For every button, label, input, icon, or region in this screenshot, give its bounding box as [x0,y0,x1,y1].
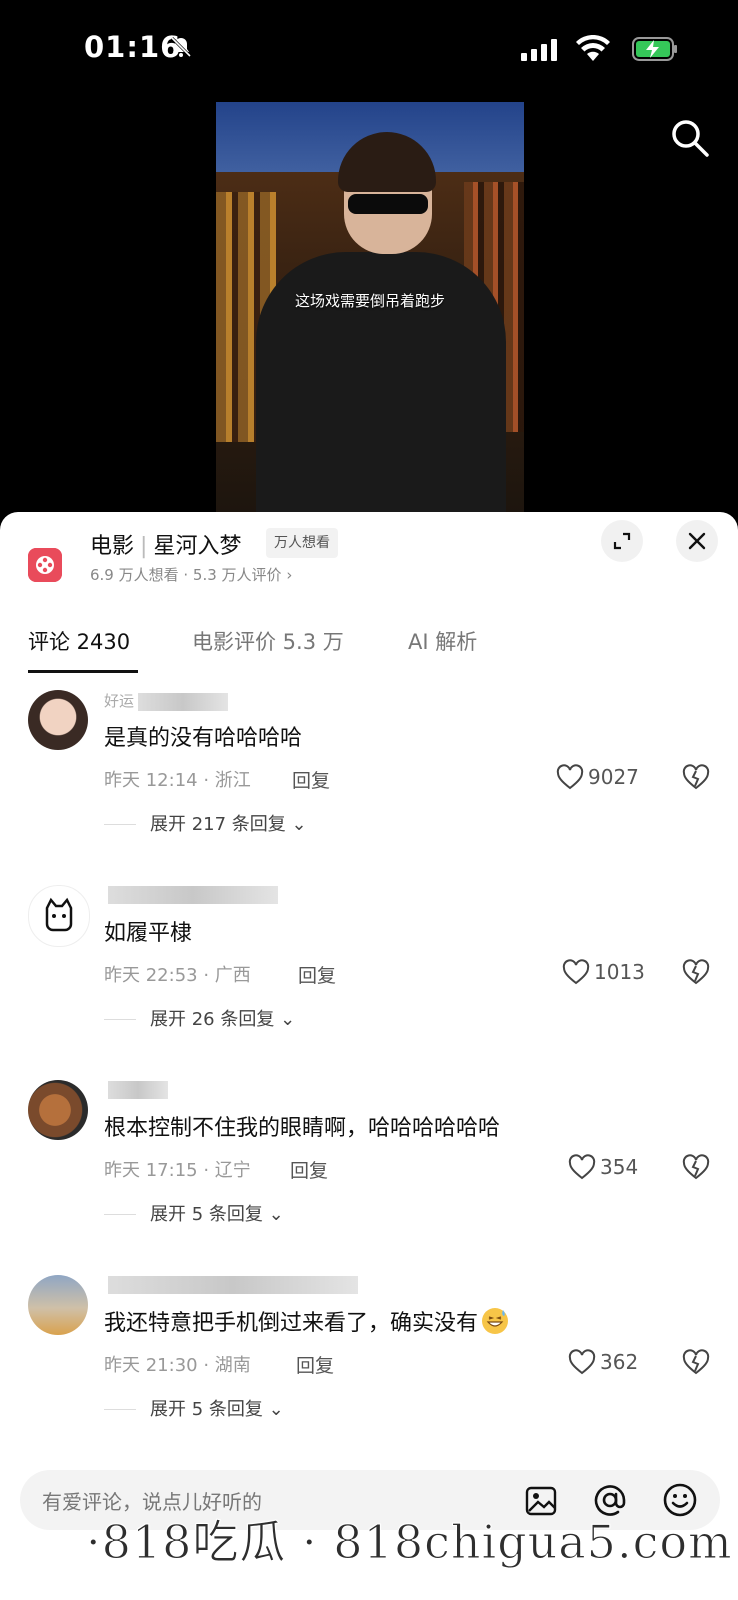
video-player[interactable]: 这场戏需要倒吊着跑步 [216,102,524,512]
expand-line [104,1214,136,1215]
comment-text: 如履平棣 [104,921,193,946]
tab-comments[interactable]: 评论 2430 [28,626,130,656]
wifi-icon [576,35,610,61]
movie-title: 星河入梦 [153,534,242,559]
close-button[interactable] [676,520,718,562]
video-person-sunglasses [348,194,428,214]
like-count: 354 [600,1155,639,1179]
close-icon [688,532,706,550]
username-blur [138,692,229,711]
heart-icon [568,1349,596,1375]
comment-meta: 昨天 22:53 · 广西 [104,965,251,986]
cat-avatar-icon [45,897,73,932]
comments-sheet: 电影 | 星河入梦 万人想看 6.9 万人想看 · 5.3 万人评价 › 评论 24… [0,512,738,1600]
comment-username[interactable]: 好运 [104,690,229,711]
expand-replies-button[interactable]: 展开 217 条回复 ⌄ [150,810,307,836]
comment-username[interactable] [104,1080,168,1099]
tab-movie-reviews[interactable]: 电影评价 5.3 万 [192,626,344,656]
watermark: ·818吃瓜 · 818chigua5.com [86,1515,733,1570]
heart-icon [568,1154,596,1180]
expand-icon [613,532,631,550]
expand-replies-button[interactable]: 展开 26 条回复 ⌄ [150,1005,295,1031]
avatar[interactable] [28,1080,88,1140]
status-time: 01:16 [84,30,182,64]
reply-button[interactable]: 回复 [290,1156,328,1183]
comment-tabs: 评论 2430 电影评价 5.3 万 AI 解析 [0,616,738,676]
avatar[interactable] [28,1275,88,1335]
signal-icon [521,39,557,61]
broken-heart-icon[interactable] [682,959,710,987]
expand-button[interactable] [601,520,643,562]
search-icon[interactable] [670,118,710,158]
expand-replies-button[interactable]: 展开 5 条回复 ⌄ [150,1395,284,1421]
username-blur [108,1275,358,1294]
status-bar: 01:16 [0,0,738,96]
expand-line [104,824,136,825]
comment-username[interactable] [104,885,278,904]
comment-item: 如履平棣 昨天 22:53 · 广西 回复 1013 展开 26 条回复 ⌄ [0,885,738,1075]
battery-charging-icon [632,37,677,61]
comment-meta: 昨天 17:15 · 辽宁 [104,1160,251,1181]
comment-text: 根本控制不住我的眼睛啊，哈哈哈哈哈哈 [104,1116,501,1141]
username-blur [108,885,278,904]
comment-username[interactable] [104,1275,358,1294]
comment-item: 根本控制不住我的眼睛啊，哈哈哈哈哈哈 昨天 17:15 · 辽宁 回复 354 … [0,1080,738,1270]
broken-heart-icon[interactable] [682,1349,710,1377]
username-blur [108,1080,168,1099]
comment-item: 好运 是真的没有哈哈哈哈 昨天 12:14 · 浙江 回复 9027 展开 21… [0,690,738,880]
tab-ai-analysis[interactable]: AI 解析 [408,626,477,656]
tab-active-indicator [28,670,138,673]
avatar[interactable] [28,885,90,947]
film-icon [28,548,62,582]
movie-badge: 万人想看 [266,528,338,558]
expand-replies-button[interactable]: 展开 5 条回复 ⌄ [150,1200,284,1226]
expand-line [104,1019,136,1020]
comment-item: 我还特意把手机倒过来看了，确实没有 昨天 21:30 · 湖南 回复 362 展… [0,1275,738,1465]
movie-stats[interactable]: 6.9 万人想看 · 5.3 万人评价 › [90,564,292,585]
broken-heart-icon[interactable] [682,1154,710,1182]
comment-text: 是真的没有哈哈哈哈 [104,726,303,751]
like-count: 1013 [594,960,645,984]
movie-category: 电影 [90,534,135,559]
reply-button[interactable]: 回复 [292,766,330,793]
movie-header[interactable]: 电影 | 星河入梦 [90,528,241,560]
reply-button[interactable]: 回复 [298,961,336,988]
bell-off-icon [170,36,192,58]
title-separator: | [140,534,148,559]
grin-sweat-emoji-icon [482,1308,509,1334]
comment-text: 我还特意把手机倒过来看了，确实没有 [104,1305,510,1337]
heart-icon [562,959,590,985]
like-count: 9027 [588,765,639,789]
broken-heart-icon[interactable] [682,764,710,792]
heart-icon [556,764,584,790]
like-count: 362 [600,1350,639,1374]
video-caption: 这场戏需要倒吊着跑步 [294,292,445,310]
expand-line [104,1409,136,1410]
comment-meta: 昨天 21:30 · 湖南 [104,1355,251,1376]
comment-meta: 昨天 12:14 · 浙江 [104,770,251,791]
avatar[interactable] [28,690,88,750]
reply-button[interactable]: 回复 [296,1351,334,1378]
